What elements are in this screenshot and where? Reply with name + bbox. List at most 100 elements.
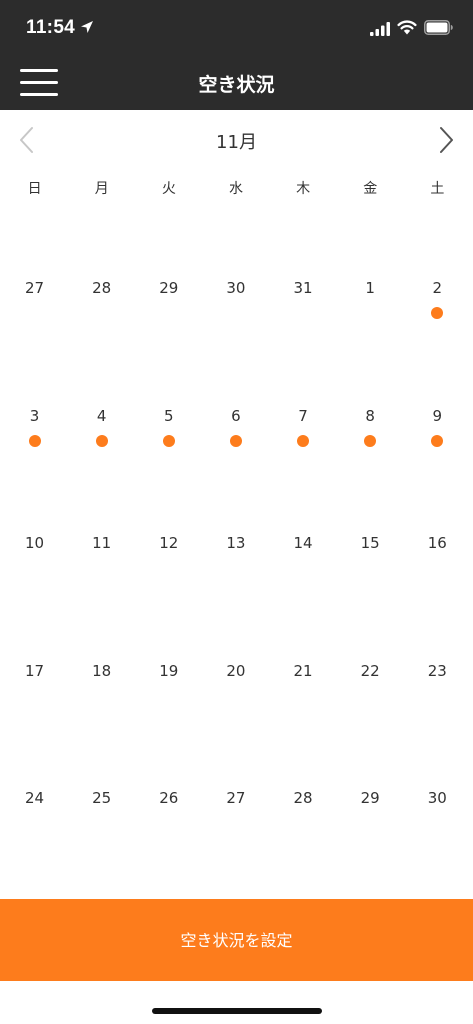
calendar-day-cell[interactable]: 29	[135, 215, 202, 343]
calendar-day-cell[interactable]: 30	[404, 725, 471, 853]
day-number: 6	[231, 406, 241, 425]
calendar-day-cell[interactable]: 26	[135, 725, 202, 853]
calendar-week-row: 27 28 29 30 31 1 2	[1, 215, 471, 343]
day-number: 26	[159, 789, 179, 807]
availability-dot	[297, 434, 310, 447]
day-number: 18	[92, 661, 112, 680]
calendar-day-cell[interactable]: 24	[1, 725, 68, 853]
calendar-day-cell[interactable]: 27	[1, 215, 68, 343]
day-number: 29	[159, 279, 179, 297]
home-indicator	[152, 1008, 322, 1014]
calendar-week-row: 10 11 12 13 14 15 16	[1, 470, 471, 598]
wifi-icon	[397, 20, 417, 35]
calendar-day-cell[interactable]: 29	[337, 725, 404, 853]
day-number: 29	[360, 789, 380, 807]
weekday-tuesday: 火	[161, 181, 176, 197]
calendar-day-cell[interactable]: 10	[1, 470, 68, 598]
availability-dot	[162, 434, 175, 447]
calendar-day-cell[interactable]: 23	[404, 598, 471, 726]
day-number: 30	[226, 279, 246, 297]
weekday-monday: 月	[94, 181, 109, 197]
calendar-day-cell[interactable]: 13	[202, 470, 269, 598]
day-number: 19	[159, 661, 179, 680]
availability-dot	[431, 434, 444, 447]
availability-dot	[95, 434, 108, 447]
day-number: 10	[25, 534, 45, 552]
day-number: 25	[92, 789, 112, 807]
calendar-day-cell[interactable]: 27	[202, 725, 269, 853]
status-time: 11:54	[26, 17, 76, 38]
calendar-day-cell[interactable]: 7	[270, 343, 337, 471]
calendar-day-cell[interactable]: 1	[337, 215, 404, 343]
calendar-day-cell[interactable]: 22	[337, 598, 404, 726]
calendar-day-cell[interactable]: 20	[202, 598, 269, 726]
calendar-day-cell[interactable]: 28	[270, 725, 337, 853]
day-number: 22	[360, 661, 380, 680]
calendar-day-cell[interactable]: 28	[68, 215, 135, 343]
calendar-week-row: 17 18 19 20 21 22 23	[1, 598, 471, 726]
day-number: 7	[298, 406, 308, 425]
day-number: 15	[360, 534, 380, 552]
calendar-day-cell[interactable]: 6	[202, 343, 269, 471]
calendar-day-cell[interactable]: 16	[404, 470, 471, 598]
calendar-day-cell[interactable]: 8	[337, 343, 404, 471]
availability-dot	[431, 307, 444, 319]
calendar-day-cell[interactable]: 18	[68, 598, 135, 726]
day-number: 30	[427, 789, 447, 807]
weekday-wednesday: 水	[228, 181, 243, 197]
chevron-right-icon[interactable]	[436, 126, 456, 154]
day-number: 1	[365, 279, 375, 297]
app-screen: 11:54 空き状況 11月 日 月 火 水 木 金 土 27 28 29 30…	[0, 0, 473, 1024]
day-number: 21	[293, 661, 313, 680]
calendar-day-cell[interactable]: 15	[337, 470, 404, 598]
month-navigation: 11月	[0, 110, 473, 170]
calendar-day-cell[interactable]: 5	[135, 343, 202, 471]
calendar-day-cell[interactable]: 2	[404, 215, 471, 343]
location-arrow-icon	[81, 21, 93, 33]
calendar-day-cell[interactable]: 12	[135, 470, 202, 598]
calendar-day-cell[interactable]: 4	[68, 343, 135, 471]
day-number: 5	[164, 406, 174, 425]
calendar-day-cell[interactable]: 3	[1, 343, 68, 471]
weekday-saturday: 土	[430, 181, 445, 197]
set-availability-button[interactable]: 空き状況を設定	[0, 899, 473, 981]
calendar-day-cell[interactable]: 9	[404, 343, 471, 471]
calendar-day-cell[interactable]: 19	[135, 598, 202, 726]
day-number: 20	[226, 661, 246, 680]
day-number: 27	[226, 789, 246, 807]
calendar-grid: 27 28 29 30 31 1 2 3 4 5 6 7 8 9 10 11 12 13 14 15 16 17 18 19 2…	[1, 215, 471, 853]
calendar-day-cell[interactable]: 14	[270, 470, 337, 598]
day-number: 12	[159, 534, 179, 552]
calendar-day-cell[interactable]: 31	[270, 215, 337, 343]
calendar-day-cell[interactable]: 17	[1, 598, 68, 726]
availability-dot	[364, 434, 377, 447]
day-number: 27	[25, 279, 45, 297]
cellular-signal-icon	[370, 22, 390, 36]
calendar-day-cell[interactable]: 11	[68, 470, 135, 598]
battery-icon	[424, 20, 453, 35]
day-number: 9	[432, 406, 443, 425]
weekday-header: 日 月 火 水 木 金 土	[1, 178, 471, 198]
day-number: 11	[92, 534, 112, 552]
day-number: 13	[226, 534, 246, 552]
calendar-day-cell[interactable]: 30	[202, 215, 269, 343]
day-number: 31	[293, 279, 313, 297]
day-number: 14	[293, 534, 313, 552]
month-title: 11月	[216, 132, 257, 153]
calendar-week-row: 24 25 26 27 28 29 30	[1, 725, 471, 853]
day-number: 16	[427, 534, 447, 552]
day-number: 23	[427, 661, 447, 680]
weekday-thursday: 木	[296, 181, 311, 197]
day-number: 28	[92, 279, 112, 297]
calendar-day-cell[interactable]: 25	[68, 725, 135, 853]
calendar-day-cell[interactable]: 21	[270, 598, 337, 726]
day-number: 8	[365, 406, 375, 425]
day-number: 4	[96, 406, 107, 425]
day-number: 28	[293, 789, 313, 807]
day-number: 3	[29, 406, 40, 425]
day-number: 17	[25, 661, 45, 680]
top-bar: 11:54 空き状況	[0, 0, 473, 110]
calendar-week-row: 3 4 5 6 7 8 9	[1, 343, 471, 471]
weekday-sunday: 日	[27, 181, 42, 197]
availability-dot	[28, 434, 41, 447]
